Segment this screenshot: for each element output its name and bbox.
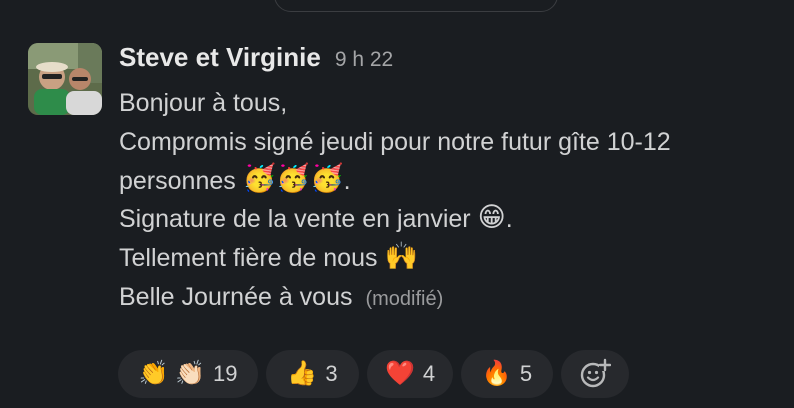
avatar[interactable] <box>28 43 102 115</box>
reaction-fire[interactable]: 🔥 5 <box>461 350 553 398</box>
message-punctuation: . <box>343 166 351 195</box>
message-text: personnes <box>119 166 243 195</box>
message-line: Belle Journée à vous (modifié) <box>119 278 784 317</box>
reaction-count: 4 <box>422 361 436 386</box>
clapping-hands-icon: 👏 👏🏻 <box>138 360 205 387</box>
reaction-clap[interactable]: 👏 👏🏻 19 <box>118 350 258 398</box>
raising-hands-emoji: 🙌 <box>384 241 419 272</box>
message-text: Bonjour à tous, <box>119 89 288 117</box>
thumbs-up-icon: 👍 <box>287 360 318 387</box>
avatar-photo <box>28 43 102 115</box>
add-reaction-button[interactable] <box>561 350 629 398</box>
reactions-bar: 👏 👏🏻 19 👍 3 ❤️ 4 🔥 5 <box>118 350 629 398</box>
message-text: Tellement fière de nous <box>119 244 385 273</box>
message-text: Belle Journée à vous <box>119 282 360 311</box>
grinning-face-emoji: 😁 <box>477 202 506 233</box>
message-line: Compromis signé jeudi pour notre futur g… <box>119 123 784 162</box>
message-header: Steve et Virginie 9 h 22 <box>119 42 393 78</box>
message-text: Signature de la vente en janvier <box>119 205 478 234</box>
reaction-count: 19 <box>212 361 238 386</box>
message-line: personnes 🥳🥳🥳. <box>119 162 784 201</box>
message-view: Steve et Virginie 9 h 22 Bonjour à tous,… <box>0 0 794 408</box>
timestamp[interactable]: 9 h 22 <box>335 48 393 72</box>
reaction-heart[interactable]: ❤️ 4 <box>367 350 453 398</box>
message-text: Compromis signé jeudi pour notre futur g… <box>119 127 671 156</box>
add-emoji-icon <box>580 358 611 388</box>
new-messages-pill[interactable] <box>274 0 558 12</box>
heart-icon: ❤️ <box>384 360 415 387</box>
message-line: Tellement fière de nous 🙌 <box>119 239 784 278</box>
message-punctuation: . <box>505 205 513 234</box>
message-line: Bonjour à tous, <box>119 84 784 123</box>
reaction-count: 3 <box>325 361 338 386</box>
fire-icon: 🔥 <box>481 360 512 387</box>
message-line: Signature de la vente en janvier 😁. <box>119 200 784 239</box>
partying-face-emoji: 🥳🥳🥳 <box>242 163 344 194</box>
reaction-count: 5 <box>519 361 533 386</box>
edited-label: (modifié) <box>365 287 444 310</box>
sender-name[interactable]: Steve et Virginie <box>119 42 321 73</box>
message-body: Bonjour à tous, Compromis signé jeudi po… <box>119 84 784 317</box>
reaction-thumbs-up[interactable]: 👍 3 <box>266 350 359 398</box>
